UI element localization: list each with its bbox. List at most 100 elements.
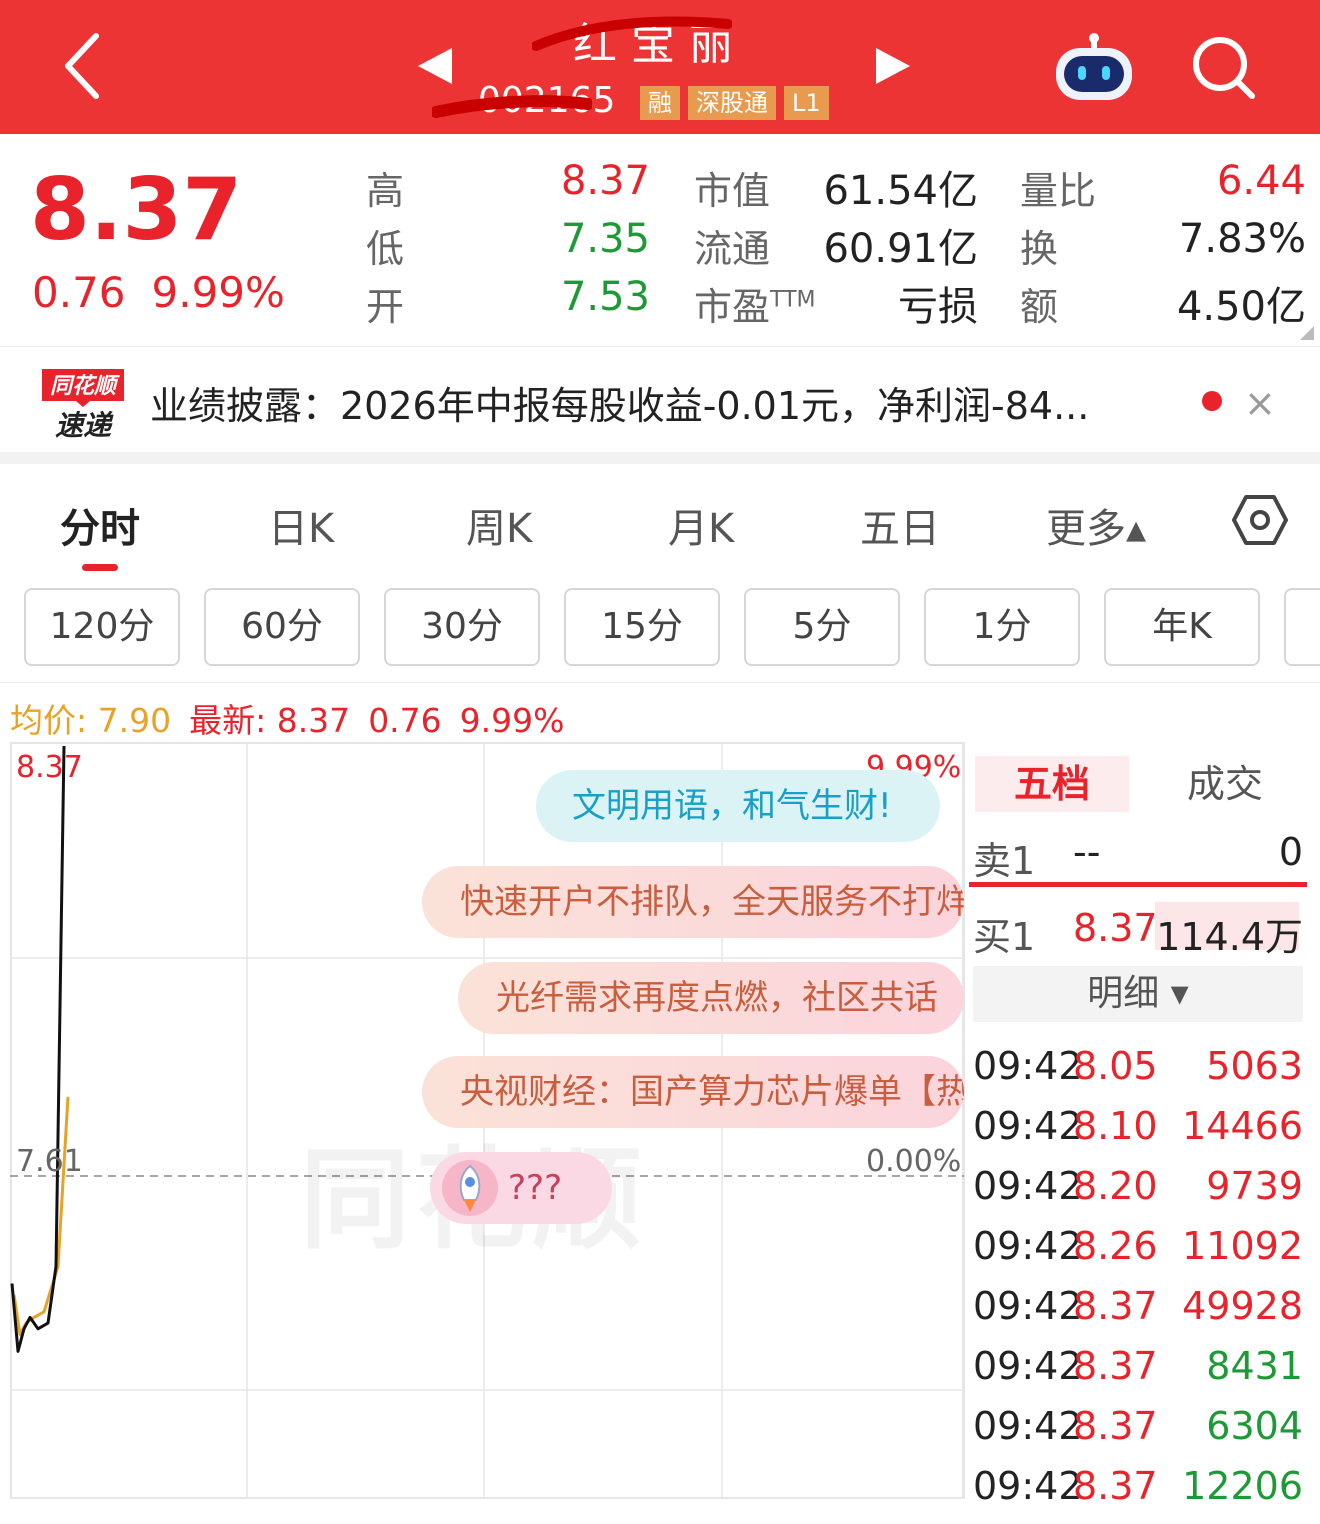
- stock-tags: 融 深股通 L1: [640, 86, 829, 120]
- high-label: 高: [366, 169, 405, 213]
- tab-intraday[interactable]: 分时: [60, 496, 140, 554]
- float-label: 流通: [694, 227, 771, 271]
- period-more-partial[interactable]: [1284, 588, 1320, 666]
- tick-time: 09:42: [973, 1044, 1083, 1088]
- period-5min[interactable]: 5分: [744, 588, 900, 666]
- float-value: 60.91亿: [823, 226, 978, 272]
- tick-time: 09:42: [973, 1224, 1083, 1268]
- tick-row: 09:42 8.37 49928: [973, 1284, 1303, 1344]
- turnover-value: 7.83%: [1178, 216, 1306, 262]
- tick-volume: 12206: [1182, 1464, 1303, 1508]
- divider-line: [0, 682, 1320, 683]
- sell1-volume: 0: [1278, 830, 1303, 874]
- news-headline[interactable]: 业绩披露：2026年中报每股收益-0.01元，净利润-84...: [150, 375, 1190, 430]
- buy1-label: 买1: [973, 915, 1036, 959]
- sell-level-1: 卖1 -- 0: [973, 822, 1303, 883]
- tick-row: 09:42 8.26 11092: [973, 1224, 1303, 1284]
- detail-dropdown[interactable]: 明细 ▾: [973, 966, 1303, 1022]
- tick-time: 09:42: [973, 1104, 1083, 1148]
- volratio-value: 6.44: [1216, 158, 1306, 204]
- period-15min[interactable]: 15分: [564, 588, 720, 666]
- tick-volume: 49928: [1182, 1284, 1303, 1328]
- pe-value: 亏损: [898, 284, 978, 330]
- period-120min[interactable]: 120分: [24, 588, 180, 666]
- period-selector: 120分 60分 30分 15分 5分 1分 年K: [0, 588, 1320, 668]
- comment-bubble[interactable]: 央视财经：国产算力芯片爆单【热: [422, 1056, 964, 1128]
- comment-bubble[interactable]: 文明用语，和气生财!: [536, 770, 940, 842]
- close-news-button[interactable]: ×: [1244, 381, 1276, 425]
- tick-volume: 5063: [1206, 1044, 1303, 1088]
- latest-price-label: 最新: 8.37: [189, 701, 351, 740]
- comment-bubble[interactable]: 光纤需求再度点燃，社区共话: [458, 962, 964, 1034]
- tab-trades[interactable]: 成交: [1165, 756, 1285, 812]
- tick-row: 09:42 8.37 12206: [973, 1464, 1303, 1524]
- tick-volume: 8431: [1206, 1344, 1303, 1388]
- tick-row: 09:42 8.37 8431: [973, 1344, 1303, 1404]
- latest-change: 0.76: [368, 701, 442, 740]
- chart-tabs: 分时 日K 周K 月K 五日 更多▴: [0, 470, 1320, 571]
- section-divider: [0, 452, 1320, 464]
- open-label: 开: [366, 285, 405, 329]
- active-tab-indicator: [82, 564, 118, 571]
- logo-top-text: 同花顺: [50, 374, 120, 399]
- tick-volume: 9739: [1206, 1164, 1303, 1208]
- tab-more[interactable]: 更多▴: [1046, 496, 1146, 554]
- expand-corner-icon[interactable]: [1300, 326, 1314, 340]
- logo-bottom-text: 速递: [55, 409, 114, 441]
- y-label-top: 8.37: [16, 750, 83, 785]
- period-1min[interactable]: 1分: [924, 588, 1080, 666]
- settings-hexagon-icon[interactable]: [1232, 494, 1288, 546]
- tick-time: 09:42: [973, 1404, 1083, 1448]
- tick-row: 09:42 8.37 6304: [973, 1404, 1303, 1464]
- tick-volume: 11092: [1182, 1224, 1303, 1268]
- prev-stock-icon[interactable]: [412, 44, 456, 88]
- limit-up-line: [969, 882, 1307, 887]
- tab-five-day[interactable]: 五日: [860, 496, 940, 554]
- period-60min[interactable]: 60分: [204, 588, 360, 666]
- turnover-label: 换: [1020, 227, 1059, 271]
- news-ticker[interactable]: 同花顺 速递 业绩披露：2026年中报每股收益-0.01元，净利润-84... …: [0, 346, 1320, 452]
- tick-price: 8.37: [1073, 1284, 1158, 1328]
- tick-price: 8.10: [1073, 1104, 1158, 1148]
- open-value: 7.53: [560, 274, 650, 320]
- tick-volume: 14466: [1182, 1104, 1303, 1148]
- y-label-mid: 7.61: [16, 1144, 83, 1179]
- buy-level-1: 买1 8.37 114.4万: [973, 898, 1303, 959]
- app-header: 红宝丽 002165 融 深股通 L1: [0, 0, 1320, 134]
- low-label: 低: [366, 227, 405, 271]
- back-arrow-icon[interactable]: [52, 26, 116, 106]
- tick-time: 09:42: [973, 1164, 1083, 1208]
- tick-row: 09:42 8.20 9739: [973, 1164, 1303, 1224]
- tick-price: 8.37: [1073, 1464, 1158, 1508]
- change-percent: 9.99%: [151, 268, 285, 317]
- redaction-scribble: [432, 95, 592, 118]
- orderbook-panel: 五档 成交 卖1 -- 0 买1 8.37 114.4万 明细 ▾ 09:42 8…: [964, 742, 1310, 1508]
- ths-express-logo: 同花顺 速递: [42, 369, 124, 441]
- high-value: 8.37: [560, 158, 650, 204]
- buy1-price: 8.37: [1073, 906, 1158, 950]
- robot-assistant-icon[interactable]: [1050, 30, 1138, 104]
- tab-weekly-k[interactable]: 周K: [466, 496, 532, 554]
- comment-bubble[interactable]: 快速开户不排队，全天服务不打烊: [422, 866, 964, 938]
- price-line: [10, 745, 66, 1353]
- tab-monthly-k[interactable]: 月K: [668, 496, 734, 554]
- tab-five-levels[interactable]: 五档: [975, 756, 1129, 812]
- next-stock-icon[interactable]: [872, 44, 916, 88]
- period-year-k[interactable]: 年K: [1104, 588, 1260, 666]
- tag-level: L1: [784, 86, 829, 120]
- buy1-volume: 114.4万: [1156, 915, 1303, 959]
- pct-label-mid: 0.00%: [866, 1144, 962, 1179]
- low-value: 7.35: [560, 216, 650, 262]
- tick-price: 8.05: [1073, 1044, 1158, 1088]
- tick-price: 8.20: [1073, 1164, 1158, 1208]
- tick-row: 09:42 8.10 14466: [973, 1104, 1303, 1164]
- avg-price-line: [12, 1096, 70, 1336]
- avg-price-label: 均价: 7.90: [10, 701, 172, 740]
- period-30min[interactable]: 30分: [384, 588, 540, 666]
- search-icon[interactable]: [1188, 32, 1258, 102]
- change-amount: 0.76: [32, 268, 126, 317]
- tab-daily-k[interactable]: 日K: [268, 496, 334, 554]
- unread-dot: [1202, 391, 1222, 411]
- tick-price: 8.37: [1073, 1344, 1158, 1388]
- volratio-label: 量比: [1020, 169, 1097, 213]
